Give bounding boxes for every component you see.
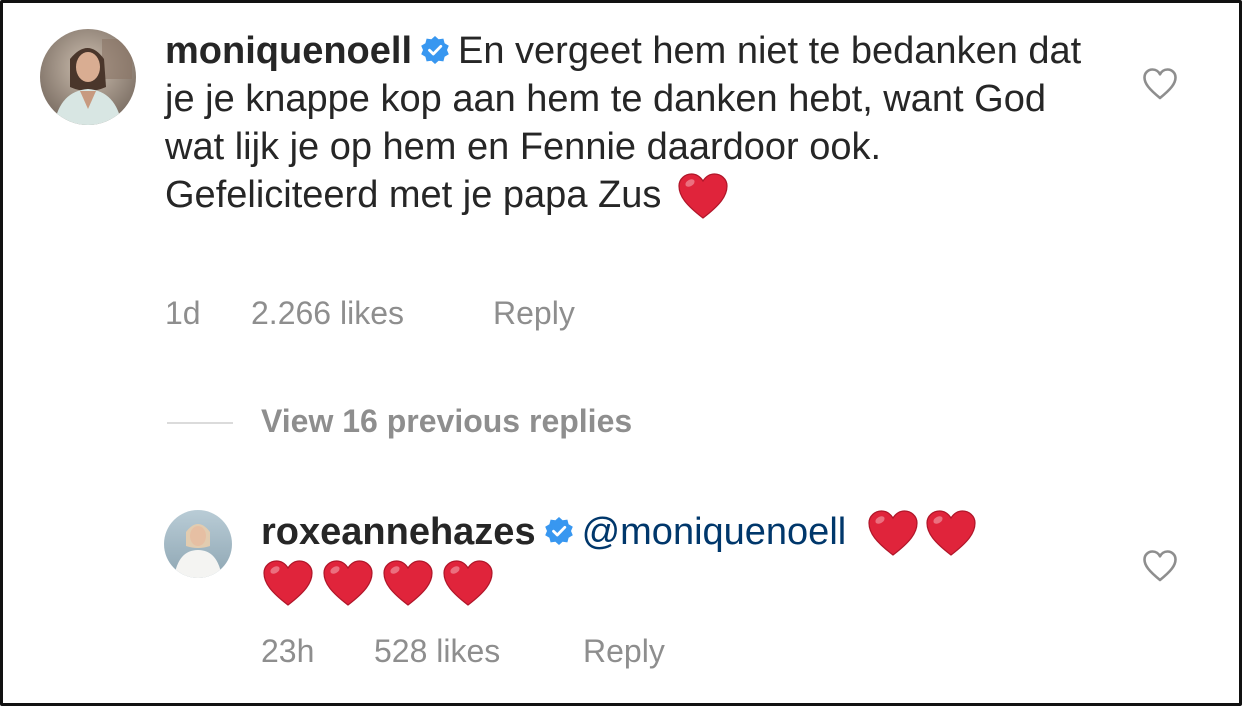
red-heart-emoji-icon xyxy=(381,558,435,608)
comment-timestamp: 1d xyxy=(165,295,201,331)
comments-panel: moniquenoell En vergeet hem niet te bedan… xyxy=(0,0,1242,706)
red-heart-emoji-icon xyxy=(441,558,495,608)
red-heart-emoji-icon xyxy=(924,508,978,558)
verified-badge-icon xyxy=(420,35,450,65)
comment-body: moniquenoell En vergeet hem niet te bedan… xyxy=(165,27,1095,221)
red-heart-emoji-icon xyxy=(261,558,315,608)
view-previous-replies-button[interactable]: View 16 previous replies xyxy=(261,403,632,440)
avatar[interactable] xyxy=(40,29,136,125)
heart-outline-icon[interactable] xyxy=(1142,549,1178,583)
likes-count[interactable]: 2.266 likes xyxy=(251,295,404,332)
reply-button[interactable]: Reply xyxy=(493,295,575,332)
mention-link[interactable]: @moniquenoell xyxy=(582,511,847,553)
red-heart-emoji-icon xyxy=(321,558,375,608)
likes-count[interactable]: 528 likes xyxy=(374,633,500,670)
username[interactable]: roxeannehazes xyxy=(261,511,536,553)
heart-outline-icon[interactable] xyxy=(1142,67,1178,101)
reply-button[interactable]: Reply xyxy=(583,633,665,670)
reply-body: roxeannehazes @moniquenoell xyxy=(261,508,1081,608)
username[interactable]: moniquenoell xyxy=(165,30,412,72)
emoji-row xyxy=(261,560,501,606)
comment-timestamp: 23h xyxy=(261,633,315,669)
red-heart-emoji-icon xyxy=(676,171,730,221)
red-heart-emoji-icon xyxy=(866,508,920,558)
avatar[interactable] xyxy=(164,510,232,578)
replies-divider xyxy=(167,422,233,424)
verified-badge-icon xyxy=(544,516,574,546)
